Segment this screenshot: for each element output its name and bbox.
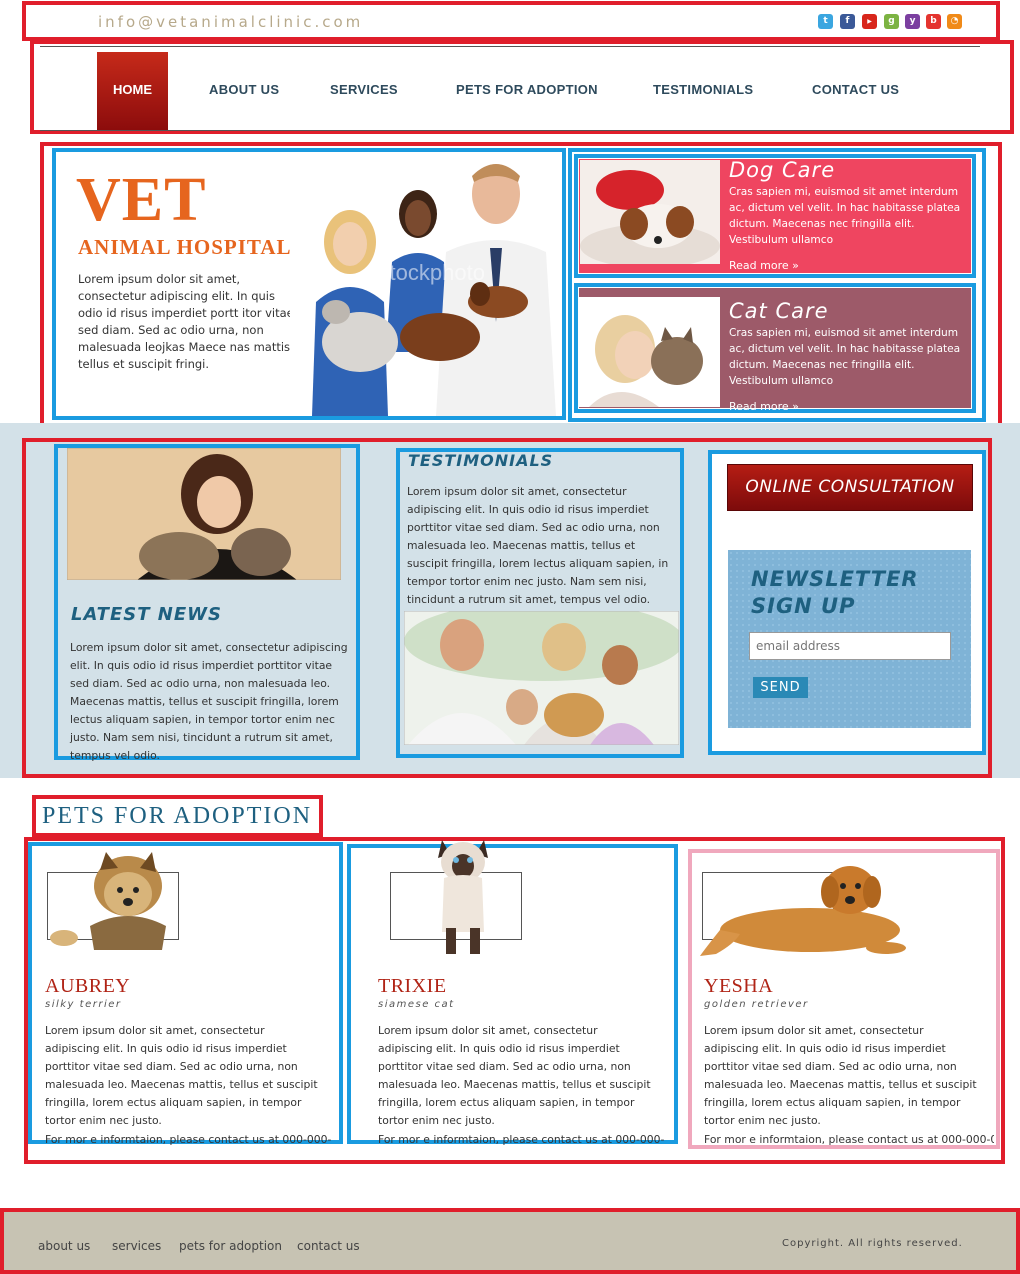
dog-care-title: Dog Care xyxy=(729,158,836,182)
twitter-icon[interactable]: t xyxy=(818,14,833,29)
yahoo-icon[interactable]: y xyxy=(905,14,920,29)
dog-care-read-more[interactable]: Read more » xyxy=(729,258,973,274)
news-title: LATEST NEWS xyxy=(71,604,222,625)
cat-care-content: Cat Care Cras sapien mi, euismod sit ame… xyxy=(729,299,973,415)
pet-2-name: TRIXIE xyxy=(378,975,447,997)
hero-vets-photo: iStockphoto xyxy=(290,152,562,416)
newsletter-email-input[interactable] xyxy=(749,632,951,660)
footer-link-pets-for-adoption[interactable]: pets for adoption xyxy=(179,1239,282,1253)
pet-1-description: Lorem ipsum dolor sit amet, consectetur … xyxy=(45,1024,318,1127)
pet-2-breed: siamese cat xyxy=(378,999,455,1010)
pet-1-contact: For mor e informtaion, please contact us… xyxy=(45,1133,331,1146)
pet-1-breed: silky terrier xyxy=(45,999,122,1010)
rss-icon[interactable]: ◔ xyxy=(947,14,962,29)
pet-2-contact: For mor e informtaion, please contact us… xyxy=(378,1133,664,1146)
pet-3-description: Lorem ipsum dolor sit amet, consectetur … xyxy=(704,1024,977,1127)
nav-testimonials[interactable]: TESTIMONIALS xyxy=(653,82,753,97)
pet-3-contact: For mor e informtaion, please contact us… xyxy=(704,1133,994,1146)
cat-care-read-more[interactable]: Read more » xyxy=(729,399,973,415)
footer-link-about-us[interactable]: about us xyxy=(38,1239,90,1253)
cat-care-title: Cat Care xyxy=(729,299,829,323)
news-text: Lorem ipsum dolor sit amet, consectetur … xyxy=(70,641,348,762)
testimonials-text: Lorem ipsum dolor sit amet, consectetur … xyxy=(407,485,669,606)
nav-about-us[interactable]: ABOUT US xyxy=(209,82,279,97)
dog-care-photo xyxy=(580,160,720,264)
dog-care-content: Dog Care Cras sapien mi, euismod sit ame… xyxy=(729,158,973,274)
footer-link-contact-us[interactable]: contact us xyxy=(297,1239,360,1253)
online-consultation-button[interactable]: ONLINE CONSULTATION xyxy=(727,464,973,511)
pet-3-breed: golden retriever xyxy=(704,999,809,1010)
news-photo xyxy=(67,448,341,580)
pet-3-photo xyxy=(700,866,906,956)
nav-home[interactable]: HOME xyxy=(97,52,168,130)
svg-text:iStockphoto: iStockphoto xyxy=(370,260,485,285)
cat-care-text: Cras sapien mi, euismod sit amet interdu… xyxy=(729,327,961,387)
blogger-icon[interactable]: b xyxy=(926,14,941,29)
testimonials-title: TESTIMONIALS xyxy=(408,451,554,470)
adoption-title: PETS FOR ADOPTION xyxy=(42,803,313,829)
pet-2-photo xyxy=(438,840,488,954)
hero-title: VET xyxy=(76,166,207,234)
pet-3-name: YESHA xyxy=(704,975,774,997)
cat-care-photo xyxy=(579,297,720,407)
hero-subtitle: ANIMAL HOSPITAL xyxy=(78,235,292,259)
testimonials-family-photo xyxy=(404,611,679,745)
newsletter-title-line2: SIGN UP xyxy=(751,594,856,618)
newsletter-title-line1: NEWSLETTER xyxy=(751,567,919,591)
google-icon[interactable]: g xyxy=(884,14,899,29)
newsletter-send-button[interactable]: SEND xyxy=(753,677,808,698)
dog-care-text: Cras sapien mi, euismod sit amet interdu… xyxy=(729,186,961,246)
pet-1-name: AUBREY xyxy=(45,975,131,997)
youtube-icon[interactable]: ▶ xyxy=(862,14,877,29)
facebook-icon[interactable]: f xyxy=(840,14,855,29)
pet-2-description: Lorem ipsum dolor sit amet, consectetur … xyxy=(378,1024,651,1127)
nav-pets-for-adoption[interactable]: PETS FOR ADOPTION xyxy=(456,82,598,97)
nav-contact-us[interactable]: CONTACT US xyxy=(812,82,899,97)
footer-link-services[interactable]: services xyxy=(112,1239,161,1253)
pet-1-photo xyxy=(50,852,166,950)
newsletter-title: NEWSLETTER SIGN UP xyxy=(751,566,919,620)
nav-bottom-rule xyxy=(40,130,980,131)
copyright: Copyright. All rights reserved. xyxy=(782,1238,963,1249)
hero-text: Lorem ipsum dolor sit amet, consectetur … xyxy=(78,272,294,371)
nav-top-rule xyxy=(40,46,980,47)
contact-email[interactable]: info@vetanimalclinic.com xyxy=(98,13,363,31)
nav-services[interactable]: SERVICES xyxy=(330,82,398,97)
